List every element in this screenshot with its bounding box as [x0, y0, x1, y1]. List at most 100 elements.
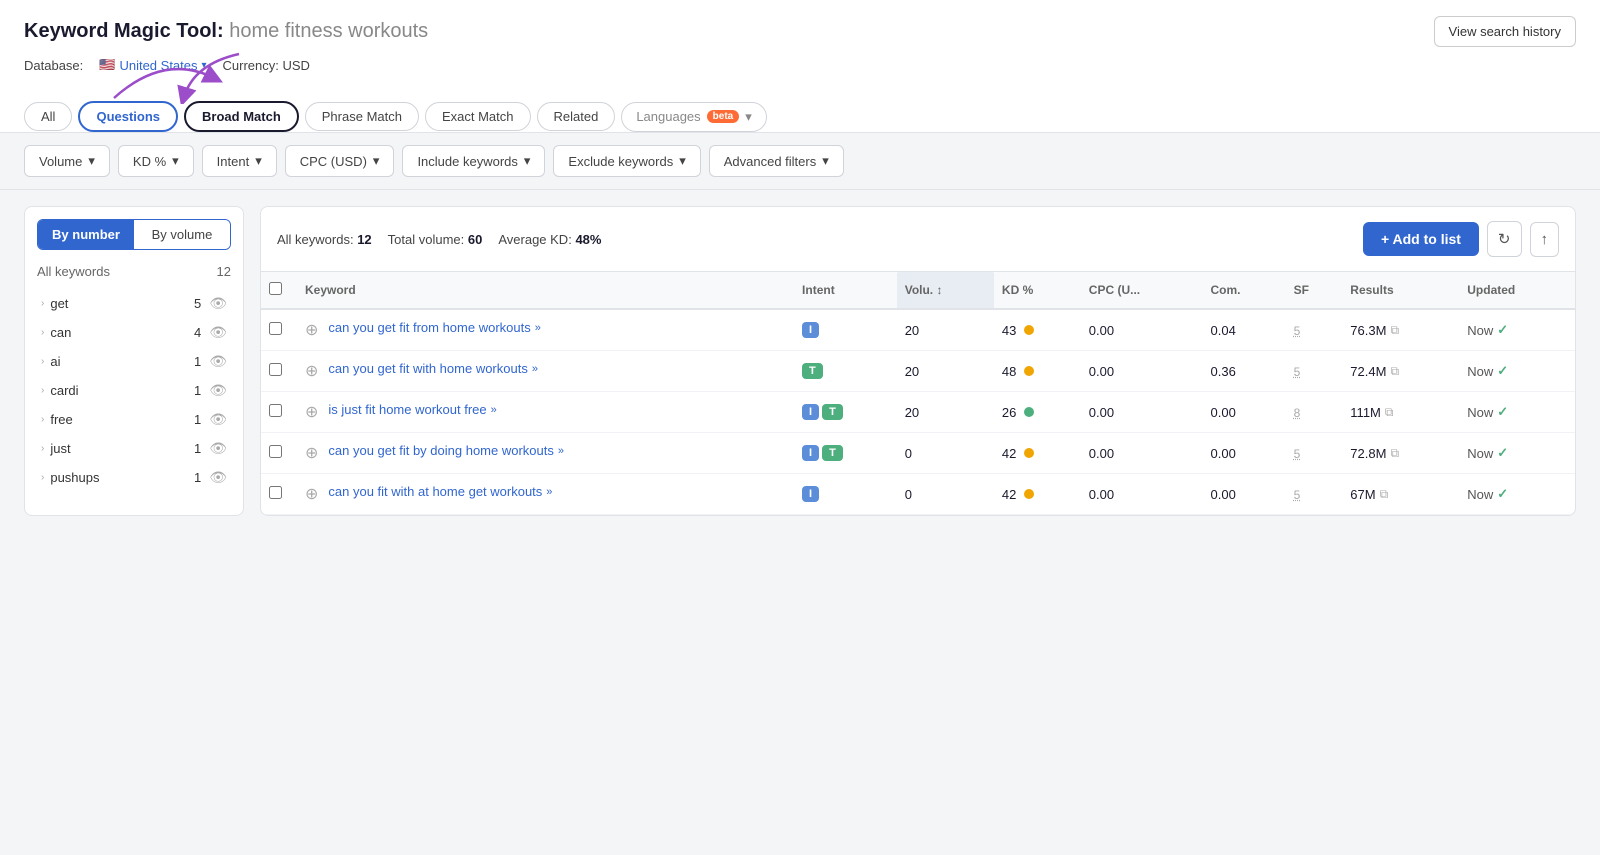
sf-cell: 5 [1286, 351, 1343, 392]
chevron-down-icon: ▾ [88, 153, 95, 169]
tab-related[interactable]: Related [537, 102, 616, 131]
eye-icon[interactable]: 👁 [209, 353, 227, 370]
row-checkbox-cell[interactable] [261, 392, 297, 433]
row-checkbox[interactable] [269, 486, 282, 499]
eye-icon[interactable]: 👁 [209, 324, 227, 341]
chevron-right-icon: › [41, 472, 44, 483]
plus-circle-icon[interactable]: ⊕ [305, 320, 318, 340]
country-name: United States [119, 58, 197, 73]
keyword-link[interactable]: is just fit home workout free » [328, 402, 496, 417]
tab-phrase-match[interactable]: Phrase Match [305, 102, 419, 131]
plus-circle-icon[interactable]: ⊕ [305, 443, 318, 463]
updated-value: Now [1467, 405, 1493, 420]
kd-dot-icon [1024, 366, 1034, 376]
chevron-right-icon: › [41, 443, 44, 454]
view-history-button[interactable]: View search history [1434, 16, 1576, 47]
intent-badge-i: I [802, 404, 819, 420]
kd-dot-icon [1024, 407, 1034, 417]
keyword-arrows-icon: » [546, 486, 552, 498]
copy-icon[interactable]: ⧉ [1390, 364, 1399, 379]
select-all-checkbox[interactable] [269, 282, 282, 295]
col-keyword: Keyword [297, 272, 794, 309]
intent-cell: I T [794, 392, 897, 433]
tab-questions[interactable]: Questions [78, 101, 178, 132]
eye-icon[interactable]: 👁 [209, 411, 227, 428]
eye-icon[interactable]: 👁 [209, 382, 227, 399]
eye-icon[interactable]: 👁 [209, 295, 227, 312]
tab-exact-match[interactable]: Exact Match [425, 102, 531, 131]
keyword-link[interactable]: can you fit with at home get workouts » [328, 484, 552, 499]
export-button[interactable]: ↑ [1530, 222, 1560, 257]
stats-total-volume: Total volume: 60 [388, 232, 483, 247]
chevron-right-icon: › [41, 356, 44, 367]
sidebar-item-ai[interactable]: › ai 1 👁 [37, 347, 231, 376]
sidebar-item-can[interactable]: › can 4 👁 [37, 318, 231, 347]
tab-all[interactable]: All [24, 102, 72, 131]
tab-broad-match[interactable]: Broad Match [184, 101, 299, 132]
keyword-link[interactable]: can you get fit with home workouts » [328, 361, 538, 376]
chevron-right-icon: › [41, 414, 44, 425]
keyword-link[interactable]: can you get fit from home workouts » [328, 320, 540, 335]
eye-icon[interactable]: 👁 [209, 440, 227, 457]
filter-volume[interactable]: Volume ▾ [24, 145, 110, 177]
filter-include[interactable]: Include keywords ▾ [402, 145, 545, 177]
row-checkbox[interactable] [269, 404, 282, 417]
sidebar-word: just [50, 441, 70, 456]
filter-advanced[interactable]: Advanced filters ▾ [709, 145, 844, 177]
checkmark-icon: ✓ [1497, 363, 1508, 379]
copy-icon[interactable]: ⧉ [1390, 446, 1399, 461]
add-to-list-button[interactable]: + Add to list [1363, 222, 1479, 256]
sidebar-count: 1 [194, 354, 201, 369]
arrow-svg [104, 43, 224, 103]
cpc-cell: 0.00 [1081, 433, 1203, 474]
col-volume[interactable]: Volu. ↕ [897, 272, 994, 309]
updated-cell: Now ✓ [1459, 309, 1575, 351]
updated-value: Now [1467, 487, 1493, 502]
filter-intent[interactable]: Intent ▾ [202, 145, 277, 177]
filter-kd[interactable]: KD % ▾ [118, 145, 194, 177]
chevron-down-icon: ▾ [373, 153, 380, 169]
refresh-button[interactable]: ↻ [1487, 221, 1522, 257]
copy-icon[interactable]: ⧉ [1390, 323, 1399, 338]
table-row: ⊕ can you get fit from home workouts » I [261, 309, 1575, 351]
row-checkbox[interactable] [269, 322, 282, 335]
sidebar-item-get[interactable]: › get 5 👁 [37, 289, 231, 318]
plus-circle-icon[interactable]: ⊕ [305, 402, 318, 422]
database-country-link[interactable]: 🇺🇸 United States ▾ [99, 57, 206, 73]
select-all-header[interactable] [261, 272, 297, 309]
row-checkbox-cell[interactable] [261, 309, 297, 351]
keyword-link[interactable]: can you get fit by doing home workouts » [328, 443, 564, 458]
com-cell: 0.04 [1203, 309, 1286, 351]
row-checkbox-cell[interactable] [261, 474, 297, 515]
row-checkbox[interactable] [269, 445, 282, 458]
sidebar-item-cardi[interactable]: › cardi 1 👁 [37, 376, 231, 405]
copy-icon[interactable]: ⧉ [1385, 405, 1394, 420]
filter-exclude[interactable]: Exclude keywords ▾ [553, 145, 700, 177]
sf-cell: 5 [1286, 433, 1343, 474]
row-checkbox[interactable] [269, 363, 282, 376]
plus-circle-icon[interactable]: ⊕ [305, 484, 318, 504]
languages-button[interactable]: Languages beta ▾ [621, 102, 766, 132]
sidebar-tab-by-volume[interactable]: By volume [134, 220, 230, 249]
row-checkbox-cell[interactable] [261, 351, 297, 392]
keyword-cell: ⊕ can you fit with at home get workouts … [297, 474, 794, 515]
export-icon: ↑ [1541, 231, 1549, 248]
plus-circle-icon[interactable]: ⊕ [305, 361, 318, 381]
filter-kd-label: KD % [133, 154, 166, 169]
filter-cpc[interactable]: CPC (USD) ▾ [285, 145, 395, 177]
row-checkbox-cell[interactable] [261, 433, 297, 474]
sidebar-tab-by-number[interactable]: By number [38, 220, 134, 249]
results-cell: 67M ⧉ [1342, 474, 1459, 515]
chevron-down-icon: ▾ [679, 153, 686, 169]
intent-cell: I [794, 474, 897, 515]
sidebar-item-free[interactable]: › free 1 👁 [37, 405, 231, 434]
table-row: ⊕ is just fit home workout free » I T [261, 392, 1575, 433]
eye-icon[interactable]: 👁 [209, 469, 227, 486]
tabs-row: All Questions Broad Match Phrase Match E… [24, 101, 1576, 132]
chevron-down-icon: ▾ [524, 153, 531, 169]
copy-icon[interactable]: ⧉ [1380, 487, 1389, 502]
sidebar-item-just[interactable]: › just 1 👁 [37, 434, 231, 463]
sidebar-item-pushups[interactable]: › pushups 1 👁 [37, 463, 231, 492]
keyword-cell: ⊕ is just fit home workout free » [297, 392, 794, 433]
currency-label: Currency: USD [223, 58, 310, 73]
